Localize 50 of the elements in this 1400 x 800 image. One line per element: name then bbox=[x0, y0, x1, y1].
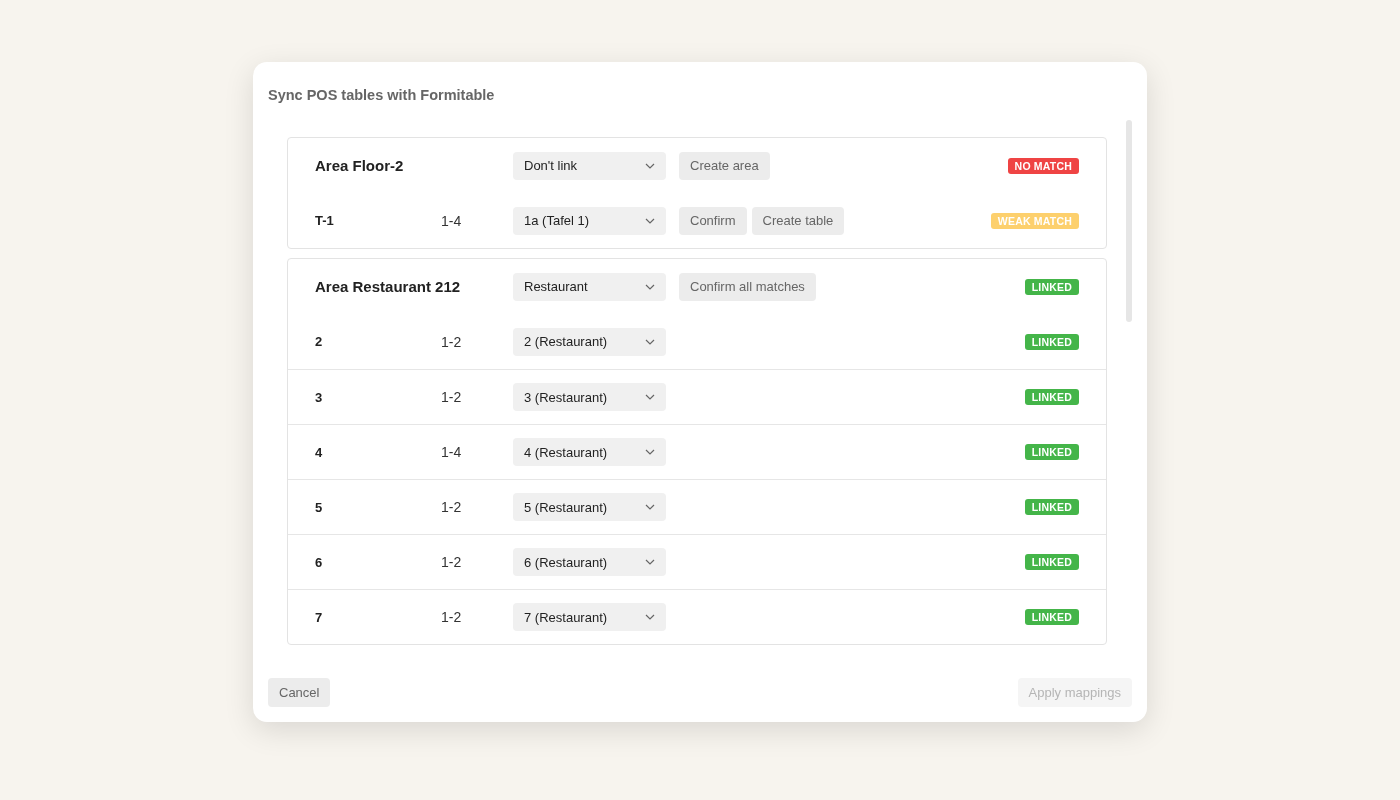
status-badge: LINKED bbox=[1024, 333, 1079, 350]
mapping-dropdown[interactable]: 4 (Restaurant) bbox=[513, 438, 666, 466]
mapping-dropdown[interactable]: 6 (Restaurant) bbox=[513, 548, 666, 576]
chevron-down-icon bbox=[645, 559, 655, 565]
action-button[interactable]: Create area bbox=[679, 151, 770, 180]
capacity-text: 1-4 bbox=[441, 444, 463, 460]
chevron-down-icon bbox=[645, 394, 655, 400]
status-badge: NO MATCH bbox=[1007, 157, 1079, 174]
status-badge: LINKED bbox=[1024, 444, 1079, 460]
status-badge: WEAK MATCH bbox=[990, 212, 1079, 229]
mapping-dropdown[interactable]: 1a (Tafel 1) bbox=[513, 206, 666, 235]
chevron-down-icon bbox=[645, 162, 655, 169]
table-name: 4 bbox=[315, 444, 324, 460]
mapping-dropdown[interactable]: 3 (Restaurant) bbox=[513, 383, 666, 411]
status-badge: LINKED bbox=[1024, 499, 1079, 515]
action-button[interactable]: Create table bbox=[751, 206, 845, 235]
status-badge: LINKED bbox=[1024, 389, 1079, 405]
table-name: 6 bbox=[315, 554, 324, 570]
area-name: Area Restaurant 212 bbox=[315, 278, 462, 295]
capacity-text: 1-2 bbox=[441, 389, 463, 405]
dialog-title: Sync POS tables with Formitable bbox=[268, 86, 496, 105]
chevron-down-icon bbox=[645, 449, 655, 455]
action-button[interactable]: Confirm bbox=[679, 206, 747, 235]
chevron-down-icon bbox=[645, 614, 655, 620]
chevron-down-icon bbox=[645, 504, 655, 510]
cancel-button[interactable]: Cancel bbox=[268, 678, 331, 707]
area-name: Area Floor-2 bbox=[315, 157, 405, 174]
chevron-down-icon bbox=[645, 338, 655, 345]
table-name: 5 bbox=[315, 499, 324, 515]
status-badge: LINKED bbox=[1024, 278, 1079, 295]
table-name: 7 bbox=[315, 609, 324, 625]
chevron-down-icon bbox=[645, 283, 655, 290]
mapping-dropdown[interactable]: Restaurant bbox=[513, 272, 666, 301]
table-name: T-1 bbox=[315, 213, 335, 228]
scrollbar[interactable] bbox=[1126, 120, 1132, 322]
mapping-dropdown[interactable]: 2 (Restaurant) bbox=[513, 327, 666, 356]
mapping-dropdown[interactable]: 5 (Restaurant) bbox=[513, 493, 666, 521]
mapping-dropdown[interactable]: 7 (Restaurant) bbox=[513, 603, 666, 631]
capacity-text: 1-4 bbox=[441, 212, 463, 229]
capacity-text: 1-2 bbox=[441, 499, 463, 515]
chevron-down-icon bbox=[645, 217, 655, 224]
status-badge: LINKED bbox=[1024, 609, 1079, 625]
capacity-text: 1-2 bbox=[441, 333, 463, 350]
status-badge: LINKED bbox=[1024, 554, 1079, 570]
table-name: 2 bbox=[315, 334, 324, 349]
action-button[interactable]: Confirm all matches bbox=[679, 272, 816, 301]
table-name: 3 bbox=[315, 389, 324, 405]
mapping-dropdown[interactable]: Don't link bbox=[513, 151, 666, 180]
capacity-text: 1-2 bbox=[441, 609, 463, 625]
capacity-text: 1-2 bbox=[441, 554, 463, 570]
